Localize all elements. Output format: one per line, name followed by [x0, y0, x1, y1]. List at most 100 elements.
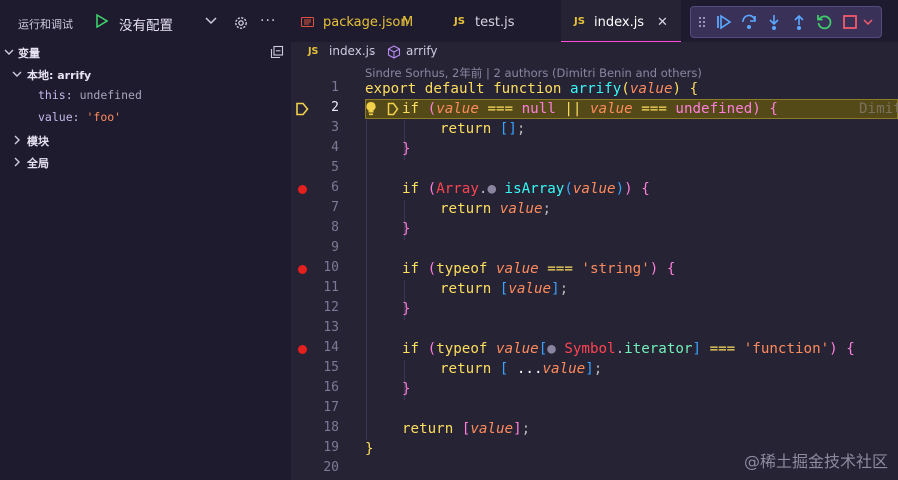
line-number[interactable]: 1: [291, 80, 339, 95]
line-number[interactable]: 14: [291, 340, 339, 355]
line-number[interactable]: 8: [291, 220, 339, 235]
chevron-down-icon[interactable]: [862, 13, 874, 31]
js-icon: JS: [454, 16, 465, 27]
code-line-current: 2 if (value === null || value === undefi…: [291, 99, 898, 119]
variables-section-header[interactable]: 变量: [0, 43, 291, 61]
view-title: 运行和调试: [18, 18, 73, 31]
line-number[interactable]: 3: [291, 120, 339, 135]
line-number[interactable]: 7: [291, 200, 339, 215]
line-number[interactable]: 18: [291, 420, 339, 435]
code-text: return [];: [440, 121, 526, 137]
more-actions-button[interactable]: ···: [260, 13, 276, 29]
code-text: }: [402, 381, 411, 397]
line-number[interactable]: 4: [291, 140, 339, 155]
code-text: }: [402, 221, 411, 237]
variable-name: value: [38, 110, 73, 124]
js-icon: JS: [574, 16, 585, 27]
launch-config-select[interactable]: 没有配置: [119, 14, 173, 34]
line-number[interactable]: 2: [291, 100, 339, 115]
variable-value: 'foo': [86, 110, 122, 124]
variable-value: undefined: [79, 88, 142, 102]
variable-separator: :: [65, 88, 80, 102]
scope-module[interactable]: 模块: [0, 129, 291, 151]
tab-label: index.js: [594, 15, 645, 30]
code-line: 13: [291, 319, 898, 339]
close-icon[interactable]: ✕: [657, 15, 668, 30]
breadcrumb: JS index.js › arrify: [291, 42, 898, 62]
scope-module-label: 模块: [27, 135, 49, 148]
lightbulb-icon[interactable]: [365, 101, 377, 117]
code-line: 6 if (Array.● isArray(value)) {: [291, 179, 898, 199]
line-number[interactable]: 19: [291, 440, 339, 455]
json-icon: [301, 17, 314, 27]
tab-label: package.json: [323, 15, 409, 30]
code-line: 1 export default function arrify(value) …: [291, 79, 898, 99]
code-text: export default function arrify(value) {: [365, 81, 699, 97]
code-text: if (typeof value === 'string') {: [402, 261, 676, 277]
line-number[interactable]: 16: [291, 380, 339, 395]
stop-icon[interactable]: [841, 13, 859, 31]
scope-global-label: 全局: [27, 157, 49, 170]
line-number[interactable]: 20: [291, 460, 339, 475]
variable-separator: :: [72, 110, 87, 124]
restart-icon[interactable]: [815, 13, 833, 31]
line-number[interactable]: 11: [291, 280, 339, 295]
step-into-icon[interactable]: [765, 13, 783, 31]
inline-stop-arrow-icon: [387, 102, 399, 116]
code-line: 16 }: [291, 379, 898, 399]
tab-test-js[interactable]: JS test.js: [436, 0, 561, 42]
code-line: 7 return value;: [291, 199, 898, 219]
watermark: @稀土掘金技术社区: [743, 452, 888, 471]
code-line: 3 return [];: [291, 119, 898, 139]
scope-global[interactable]: 全局: [0, 151, 291, 173]
collapse-all-icon[interactable]: [270, 45, 284, 59]
modified-badge: M: [402, 15, 414, 30]
code-line: 5: [291, 159, 898, 179]
inline-blame: Dimit: [859, 101, 898, 117]
chevron-down-icon: [4, 49, 14, 55]
line-number[interactable]: 5: [291, 160, 339, 175]
tab-package-json[interactable]: package.json M: [291, 0, 436, 42]
breadcrumb-symbol[interactable]: arrify: [406, 44, 437, 58]
variable-row[interactable]: value: 'foo': [38, 110, 121, 130]
drag-handle-icon[interactable]: [697, 13, 707, 31]
continue-icon[interactable]: [715, 13, 733, 31]
line-number[interactable]: 6: [291, 180, 339, 195]
code-text: return [value];: [440, 281, 569, 297]
code-text: }: [402, 301, 411, 317]
js-icon: JS: [308, 46, 319, 57]
code-text: if (Array.● isArray(value)) {: [402, 181, 650, 197]
line-number[interactable]: 12: [291, 300, 339, 315]
variable-row[interactable]: this: undefined: [38, 88, 142, 108]
line-number[interactable]: 10: [291, 260, 339, 275]
breadcrumb-separator: ›: [369, 45, 374, 59]
code-line: 8 }: [291, 219, 898, 239]
variables-section-title: 变量: [18, 47, 40, 60]
line-number[interactable]: 13: [291, 320, 339, 335]
step-out-icon[interactable]: [790, 13, 808, 31]
scope-local-label: 本地: arrify: [27, 69, 92, 82]
code-line: 4 }: [291, 139, 898, 159]
code-line: 14 if (typeof value[● Symbol.iterator] =…: [291, 339, 898, 359]
scope-local[interactable]: 本地: arrify: [0, 63, 291, 85]
line-number[interactable]: 17: [291, 400, 339, 415]
step-over-icon[interactable]: [740, 13, 758, 31]
chevron-right-icon: [14, 157, 20, 167]
gear-icon[interactable]: [233, 15, 249, 31]
start-debugging-icon[interactable]: [96, 14, 108, 28]
function-symbol-icon: [387, 45, 401, 59]
code-text: return value;: [440, 201, 552, 217]
line-number[interactable]: 9: [291, 240, 339, 255]
code-line: 12 }: [291, 299, 898, 319]
code-text: }: [402, 141, 411, 157]
code-text: }: [365, 441, 374, 457]
tab-index-js[interactable]: JS index.js ✕: [561, 0, 681, 42]
chevron-down-icon: [12, 71, 22, 77]
chevron-down-icon[interactable]: [205, 16, 217, 26]
code-editor[interactable]: Sindre Sorhus, 2年前 | 2 authors (Dimitri …: [291, 62, 898, 480]
debug-sidebar: 运行和调试 没有配置 ··· 变量 本地: arrify this: undef…: [0, 0, 291, 480]
code-line: 17: [291, 399, 898, 419]
line-number[interactable]: 15: [291, 360, 339, 375]
code-text: if (value === null || value === undefine…: [402, 101, 778, 117]
tab-label: test.js: [475, 15, 515, 30]
